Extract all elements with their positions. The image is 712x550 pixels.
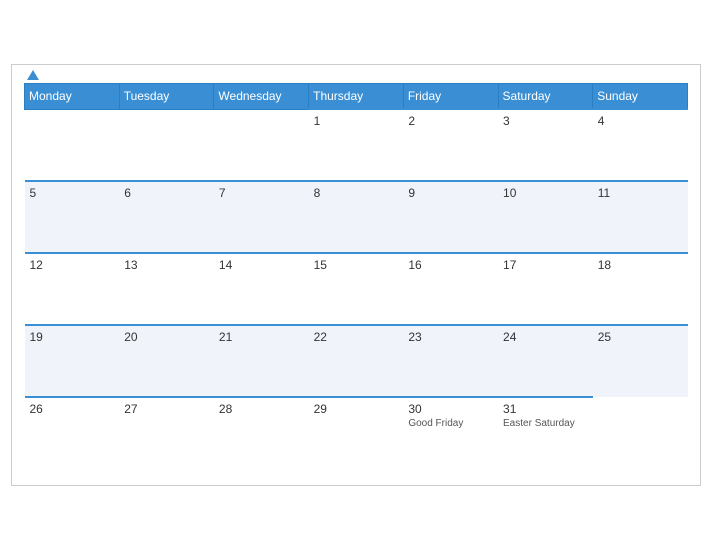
calendar-cell [119,109,214,181]
weekday-header-monday: Monday [25,84,120,110]
calendar-cell: 7 [214,181,309,253]
calendar-cell: 27 [119,397,214,469]
calendar-cell: 10 [498,181,593,253]
day-number: 3 [503,114,588,128]
calendar-cell: 4 [593,109,688,181]
day-number: 4 [598,114,683,128]
day-number: 30 [408,402,493,416]
day-number: 29 [314,402,399,416]
calendar-cell: 6 [119,181,214,253]
day-number: 11 [598,186,683,200]
calendar-cell [593,397,688,469]
day-number: 9 [408,186,493,200]
week-row-3: 12 13 14 15 16 17 18 [25,253,688,325]
weekday-header-saturday: Saturday [498,84,593,110]
calendar-cell: 2 [403,109,498,181]
week-row-5: 26 27 28 29 30 Good Friday 31 Easter Saturday [25,397,688,469]
calendar-cell: 8 [309,181,404,253]
calendar-cell: 16 [403,253,498,325]
calendar-cell [25,109,120,181]
calendar-container: MondayTuesdayWednesdayThursdayFridaySatu… [11,64,701,486]
day-number: 27 [124,402,209,416]
calendar-cell: 5 [25,181,120,253]
holiday-label: Easter Saturday [503,418,588,429]
day-number: 24 [503,330,588,344]
day-number: 5 [30,186,115,200]
calendar-cell: 15 [309,253,404,325]
day-number: 16 [408,258,493,272]
day-number: 17 [503,258,588,272]
calendar-cell: 17 [498,253,593,325]
calendar-cell: 18 [593,253,688,325]
day-number: 12 [30,258,115,272]
calendar-cell: 14 [214,253,309,325]
calendar-cell: 25 [593,325,688,397]
week-row-1: 1234 [25,109,688,181]
weekday-header-sunday: Sunday [593,84,688,110]
calendar-cell: 24 [498,325,593,397]
day-number: 14 [219,258,304,272]
calendar-cell: 3 [498,109,593,181]
day-number: 13 [124,258,209,272]
holiday-label: Good Friday [408,418,493,429]
day-number: 8 [314,186,399,200]
day-number: 18 [598,258,683,272]
calendar-cell: 21 [214,325,309,397]
weekday-header-wednesday: Wednesday [214,84,309,110]
day-number: 26 [30,402,115,416]
day-number: 20 [124,330,209,344]
week-row-4: 19 20 21 22 23 24 25 [25,325,688,397]
day-number: 25 [598,330,683,344]
day-number: 10 [503,186,588,200]
calendar-cell: 20 [119,325,214,397]
calendar-cell [214,109,309,181]
weekday-header-thursday: Thursday [309,84,404,110]
day-number: 28 [219,402,304,416]
calendar-cell: 11 [593,181,688,253]
day-number: 7 [219,186,304,200]
calendar-cell: 31 Easter Saturday [498,397,593,469]
calendar-cell: 9 [403,181,498,253]
calendar-cell: 29 [309,397,404,469]
day-number: 21 [219,330,304,344]
day-number: 19 [30,330,115,344]
logo [24,70,39,81]
calendar-cell: 1 [309,109,404,181]
week-row-2: 56789 10 11 [25,181,688,253]
calendar-cell: 23 [403,325,498,397]
calendar-cell: 13 [119,253,214,325]
day-number: 2 [408,114,493,128]
logo-triangle-icon [27,70,39,80]
day-number: 15 [314,258,399,272]
weekday-header-friday: Friday [403,84,498,110]
logo-blue-text [24,70,39,81]
day-number: 1 [314,114,399,128]
day-number: 6 [124,186,209,200]
weekday-header-row: MondayTuesdayWednesdayThursdayFridaySatu… [25,84,688,110]
day-number: 22 [314,330,399,344]
calendar-cell: 28 [214,397,309,469]
calendar-cell: 19 [25,325,120,397]
weekday-header-tuesday: Tuesday [119,84,214,110]
calendar-grid: MondayTuesdayWednesdayThursdayFridaySatu… [24,83,688,469]
calendar-cell: 26 [25,397,120,469]
day-number: 31 [503,402,588,416]
day-number: 23 [408,330,493,344]
calendar-cell: 22 [309,325,404,397]
calendar-cell: 30 Good Friday [403,397,498,469]
calendar-cell: 12 [25,253,120,325]
